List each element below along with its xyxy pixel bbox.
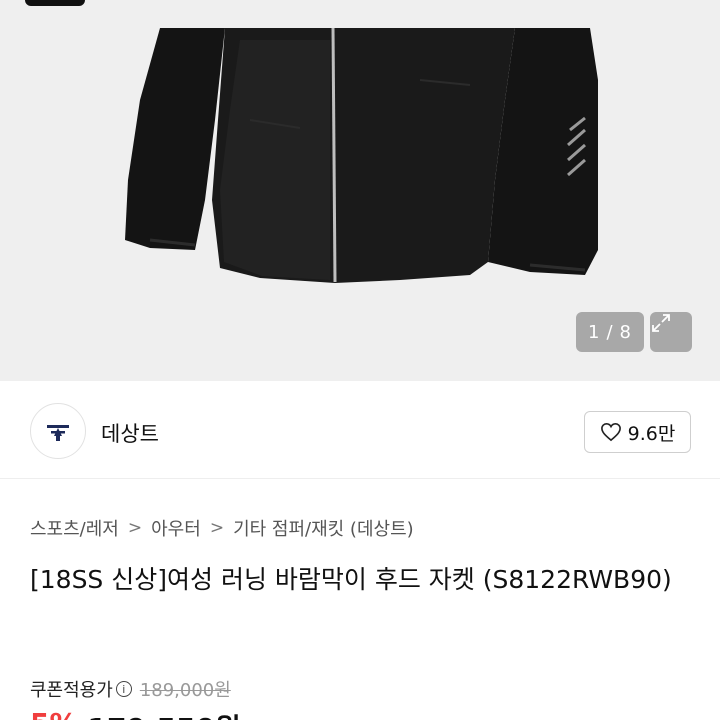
brand-name[interactable]: 데상트 — [101, 418, 159, 448]
descente-logo-icon — [47, 425, 69, 441]
breadcrumb-separator: > — [127, 518, 143, 538]
image-counter-separator: / — [606, 321, 614, 343]
product-title: [18SS 신상]여성 러닝 바람막이 후드 자켓 (S8122RWB90) — [30, 565, 672, 594]
expand-image-button[interactable] — [650, 312, 692, 352]
product-image-gallery[interactable]: 1 / 8 — [0, 0, 720, 381]
like-count: 9.6만 — [627, 422, 676, 445]
image-counter: 1 / 8 — [576, 312, 644, 352]
breadcrumb: 스포츠/레저 > 아우터 > 기타 점퍼/재킷 (데상트) — [30, 515, 414, 541]
breadcrumb-separator: > — [209, 518, 225, 538]
breadcrumb-item-category[interactable]: 스포츠/레저 — [30, 515, 119, 541]
coupon-price-label: 쿠폰적용가 — [30, 680, 113, 701]
image-counter-total: 8 — [619, 321, 632, 343]
sale-price-row: 5% 179,550원 — [30, 707, 241, 720]
product-detail-page: 1 / 8 데상트 9.6만 스포츠/레저 > 아우터 > 기타 점퍼/재킷 (… — [0, 0, 720, 720]
sale-price: 179,550원 — [88, 707, 241, 720]
brand-row: 데상트 9.6만 — [0, 381, 720, 479]
brand-logo[interactable] — [30, 403, 86, 459]
info-icon[interactable]: i — [115, 681, 132, 697]
heart-icon — [600, 422, 621, 442]
breadcrumb-item-leaf[interactable]: 기타 점퍼/재킷 (데상트) — [233, 515, 414, 541]
top-overlay-chip — [25, 0, 85, 6]
breadcrumb-item-subcategory[interactable]: 아우터 — [151, 515, 201, 541]
original-price: 189,000원 — [139, 680, 231, 701]
expand-icon — [652, 314, 670, 332]
image-counter-current: 1 — [588, 321, 601, 343]
discount-rate: 5% — [30, 707, 78, 720]
coupon-price-row: 쿠폰적용가 i 189,000원 — [30, 676, 231, 702]
like-button[interactable]: 9.6만 — [584, 411, 691, 453]
